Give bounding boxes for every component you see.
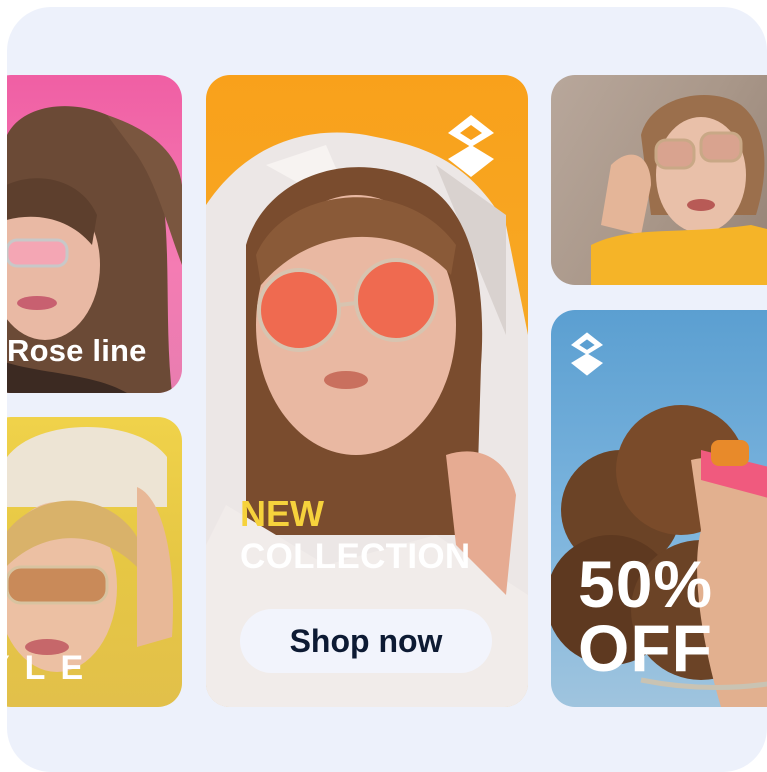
model-card-top-right[interactable]	[551, 75, 767, 285]
diamond-logo-icon	[448, 115, 494, 177]
diamond-logo-icon	[571, 332, 603, 376]
new-collection-card[interactable]: NEW COLLECTION Shop now	[206, 75, 528, 707]
ad-gallery-frame: Rose line NEW COLLECTION Shop now 50% OF…	[7, 7, 767, 772]
collection-label: COLLECTION	[240, 537, 471, 576]
shop-now-button[interactable]: Shop now	[240, 609, 492, 673]
style-label: YLE	[7, 649, 99, 687]
sale-card[interactable]: 50% OFF	[551, 310, 767, 707]
sale-percent-label: 50%	[578, 547, 714, 621]
new-label: NEW	[240, 493, 324, 534]
rose-line-card[interactable]: Rose line	[7, 75, 182, 393]
style-card[interactable]: YLE	[7, 417, 182, 707]
glasses-model-illustration	[591, 95, 767, 285]
sale-off-label: OFF	[578, 611, 713, 685]
rose-line-label: Rose line	[7, 333, 147, 368]
